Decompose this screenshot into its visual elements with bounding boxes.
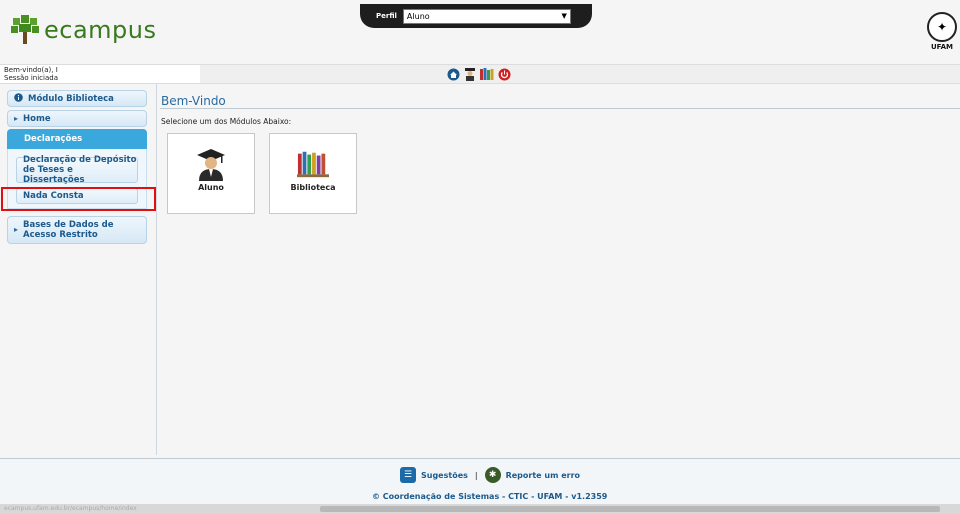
graduate-icon <box>195 148 227 181</box>
welcome-box: Bem-vindo(a), I Sessão iniciada <box>0 65 200 83</box>
sidebar-item-bases-de-dados[interactable]: ▸ Bases de Dados de Acesso Restrito <box>7 216 147 244</box>
annotation-highlight <box>1 187 156 211</box>
books-icon <box>297 148 329 180</box>
chevron-down-icon: ▼ <box>561 11 567 20</box>
info-icon <box>14 93 23 104</box>
module-tile-aluno[interactable]: Aluno <box>167 133 255 214</box>
title-divider <box>160 108 960 109</box>
sidebar-home-label: Home <box>23 113 51 124</box>
chevron-right-icon: ▸ <box>14 114 19 123</box>
sidebar-section-declaracoes[interactable]: Declarações <box>7 129 147 149</box>
session-status: Sessão iniciada <box>4 74 58 82</box>
sidebar: Módulo Biblioteca ▸ Home Declarações Dec… <box>0 84 157 455</box>
ecampus-logo[interactable]: ecampus <box>10 14 157 46</box>
profile-select[interactable]: Aluno ▼ <box>402 8 571 24</box>
power-icon[interactable] <box>497 67 511 81</box>
ufam-label: UFAM <box>930 43 954 51</box>
ufam-logo: ✦ UFAM <box>924 12 960 51</box>
ufam-seal-icon: ✦ <box>927 12 957 42</box>
welcome-strip: Bem-vindo(a), I Sessão iniciada <box>0 64 960 84</box>
welcome-user: Bem-vindo(a), I <box>4 66 58 74</box>
tile-label: Biblioteca <box>290 183 336 192</box>
tree-icon <box>11 15 39 44</box>
sidebar-module-label: Módulo Biblioteca <box>28 93 114 104</box>
profile-select-value: Aluno <box>406 11 430 21</box>
sidebar-item-label: Declaração de Depósito de Teses e Disser… <box>23 155 137 185</box>
module-tile-biblioteca[interactable]: Biblioteca <box>269 133 357 214</box>
profile-label: Perfil <box>376 12 397 20</box>
main-content: Bem-Vindo Selecione um dos Módulos Abaix… <box>160 84 960 455</box>
chevron-right-icon: ▸ <box>14 225 19 234</box>
suggestions-link[interactable]: Sugestões <box>421 471 468 480</box>
horizontal-scrollbar[interactable] <box>320 506 940 512</box>
bug-icon: ✱ <box>484 467 501 483</box>
sidebar-databases-label: Bases de Dados de Acesso Restrito <box>23 220 114 240</box>
top-icons <box>446 67 511 81</box>
student-icon[interactable] <box>463 67 477 81</box>
page-title: Bem-Vindo <box>161 94 226 108</box>
chat-icon: ☰ <box>400 467 416 483</box>
statusbar: ecampus.ufam.edu.br/ecampus/home/index <box>0 504 960 514</box>
sidebar-section-label: Declarações <box>24 134 83 144</box>
sidebar-item-declaracao-deposito[interactable]: Declaração de Depósito de Teses e Disser… <box>16 155 138 185</box>
page-subtitle: Selecione um dos Módulos Abaixo: <box>161 117 292 126</box>
footer: ☰ Sugestões | ✱ Reporte um erro © Coorde… <box>0 458 960 504</box>
profile-bar: Perfil Aluno ▼ <box>360 4 592 28</box>
sidebar-item-home[interactable]: ▸ Home <box>7 110 147 127</box>
copyright: © Coordenação de Sistemas - CTIC - UFAM … <box>372 492 608 501</box>
app-name: ecampus <box>44 16 157 44</box>
home-icon[interactable] <box>446 67 460 81</box>
footer-links: ☰ Sugestões | ✱ Reporte um erro <box>400 467 580 483</box>
status-url: ecampus.ufam.edu.br/ecampus/home/index <box>4 505 137 512</box>
books-icon[interactable] <box>480 67 494 81</box>
tile-label: Aluno <box>198 183 224 192</box>
sidebar-module-biblioteca[interactable]: Módulo Biblioteca <box>7 90 147 107</box>
report-error-link[interactable]: Reporte um erro <box>506 471 580 480</box>
header: ecampus Perfil Aluno ▼ ✦ UFAM <box>0 0 960 64</box>
footer-separator: | <box>474 470 478 480</box>
